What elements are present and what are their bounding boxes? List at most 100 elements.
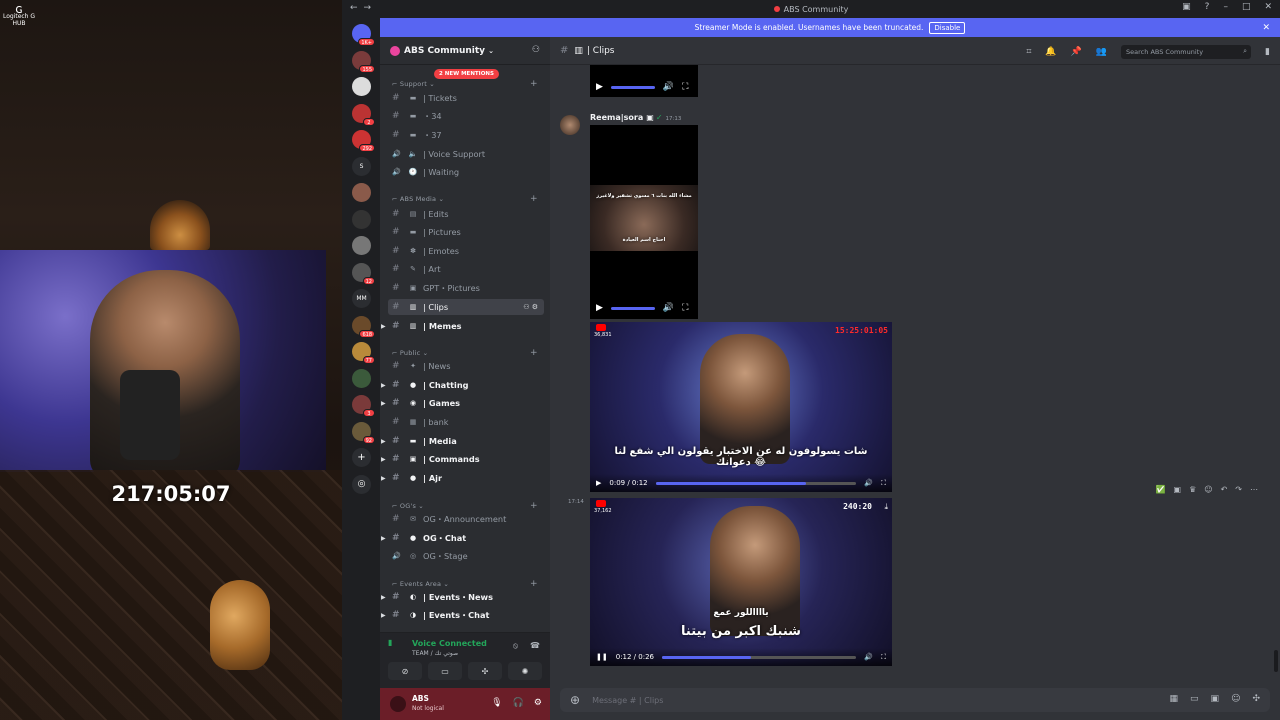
channel-item[interactable]: # ▣ GPT・Pictures xyxy=(388,280,544,296)
clip-video-1[interactable]: مشاء الله بنات ٦ مسوي تشفير ولاغيرز احتا… xyxy=(590,125,698,319)
help-icon[interactable]: ? xyxy=(1205,2,1210,12)
expand-arrow-icon[interactable]: ▶ xyxy=(381,475,386,482)
play-icon[interactable]: ▶ xyxy=(596,479,601,487)
crown-reaction-icon[interactable]: ♛ xyxy=(1189,485,1196,494)
server-icon[interactable]: 12 xyxy=(352,262,375,285)
threads-icon[interactable]: ⌗ xyxy=(1026,47,1031,57)
add-reaction-icon[interactable]: ☺ xyxy=(1204,485,1212,494)
channel-item[interactable]: ▶ # ▬ | Media xyxy=(381,433,544,449)
category-header[interactable]: ⌐ OG's ⌄ + xyxy=(392,501,538,511)
channel-item[interactable]: ▶ # ◐ | Events・News xyxy=(381,589,544,605)
channel-item[interactable]: ▶ # ◑ | Events・Chat xyxy=(381,607,544,623)
channel-item[interactable]: ▶ # ◉ | Games xyxy=(381,395,544,411)
add-channel-icon[interactable]: + xyxy=(530,579,538,589)
channel-item[interactable]: 🔊 ◎ OG・Stage xyxy=(388,548,544,564)
channel-settings-icon[interactable]: ⚇ ⚙ xyxy=(523,303,538,311)
pin-icon[interactable]: 📌 xyxy=(1071,47,1082,57)
headphones-icon[interactable]: 🎧 xyxy=(513,698,524,708)
channel-item[interactable]: # ✽ | Emotes xyxy=(388,243,544,259)
fullscreen-icon[interactable]: ⛶ xyxy=(682,82,688,92)
add-channel-icon[interactable]: + xyxy=(530,79,538,89)
server-icon[interactable] xyxy=(352,183,371,202)
bell-icon[interactable]: 🔔 xyxy=(1045,47,1056,57)
noise-suppression-icon[interactable]: ⦸ xyxy=(513,641,518,651)
expand-arrow-icon[interactable]: ▶ xyxy=(381,535,386,542)
settings-gear-icon[interactable]: ⚙ xyxy=(534,698,542,708)
pause-icon[interactable]: ❚❚ xyxy=(596,653,608,661)
discover-icon[interactable]: ◎ xyxy=(352,474,371,494)
category-header[interactable]: ⌐ Events Area ⌄ + xyxy=(392,579,538,589)
volume-icon[interactable]: 🔊 xyxy=(663,303,674,313)
inbox-icon[interactable]: ▣ xyxy=(1182,2,1191,12)
disable-button[interactable]: Disable xyxy=(929,21,966,34)
channel-item[interactable]: # ▬ | Tickets xyxy=(388,90,544,106)
forward-icon[interactable]: ↷ xyxy=(1235,485,1242,494)
close-window-icon[interactable]: ✕ xyxy=(1264,2,1272,12)
maximize-icon[interactable]: □ xyxy=(1242,2,1251,12)
channel-item[interactable]: # ✉ OG・Announcement xyxy=(388,511,544,527)
channel-item[interactable]: # ▬ | Pictures xyxy=(388,224,544,240)
server-icon[interactable]: 77 xyxy=(352,342,375,364)
volume-icon[interactable]: 🔊 xyxy=(663,82,674,92)
server-icon[interactable]: 155 xyxy=(352,50,375,73)
voice-connected-label[interactable]: Voice Connected xyxy=(412,639,487,648)
previous-video[interactable]: ▶ 🔊 ⛶ xyxy=(590,65,698,97)
channel-item[interactable]: # ✎ | Art xyxy=(388,261,544,277)
clip-video-3[interactable]: 37,162 240:20 ⤓ يااااللور عمع شنبك اكبر … xyxy=(590,498,892,666)
download-icon[interactable]: ⤓ xyxy=(884,502,888,512)
add-channel-icon[interactable]: + xyxy=(530,501,538,511)
minimize-icon[interactable]: – xyxy=(1223,2,1228,12)
gif-icon[interactable]: ▭ xyxy=(1190,694,1199,704)
message-author[interactable]: Reema|sora ▣ ✓ 17:13 xyxy=(590,113,681,122)
server-icon[interactable] xyxy=(352,77,371,96)
channel-item[interactable]: # ▥ | Clips ⚇ ⚙ xyxy=(388,299,544,315)
channel-item[interactable]: 🔊 🔈 | Voice Support xyxy=(388,146,544,162)
volume-icon[interactable]: 🔊 xyxy=(864,479,873,487)
server-icon[interactable]: 2 xyxy=(352,103,375,126)
channel-item[interactable]: ▶ # ● OG・Chat xyxy=(381,530,544,546)
category-header[interactable]: ⌐ Public ⌄ + xyxy=(392,348,538,358)
message-composer[interactable]: ⊕ Message # | Clips ▦ ▭ ▣ ☺ ✣ xyxy=(560,688,1270,712)
inbox-bookmark-icon[interactable]: ▮ xyxy=(1265,47,1270,57)
channel-item[interactable]: # ▬ ・34 xyxy=(388,108,544,124)
channel-item[interactable]: # ▦ | bank xyxy=(388,414,544,430)
mic-icon[interactable]: 🎙 xyxy=(491,698,502,708)
server-icon[interactable]: 92 xyxy=(352,421,375,444)
expand-arrow-icon[interactable]: ▶ xyxy=(381,400,386,407)
fullscreen-icon[interactable]: ⛶ xyxy=(682,303,688,313)
server-icon[interactable]: 1K+ xyxy=(352,24,375,46)
channel-item[interactable]: # ▬ ・37 xyxy=(388,127,544,143)
volume-icon[interactable]: 🔊 xyxy=(864,653,873,661)
new-mentions-pill[interactable]: 2 NEW MENTIONS xyxy=(434,69,499,79)
invite-icon[interactable]: ⚇ xyxy=(532,45,540,55)
server-icon[interactable]: S xyxy=(352,156,371,176)
video-progress[interactable] xyxy=(610,306,655,310)
play-icon[interactable]: ▶ xyxy=(596,82,603,92)
expand-arrow-icon[interactable]: ▶ xyxy=(381,594,386,601)
activities-button[interactable]: ✣ xyxy=(468,662,502,680)
video-progress[interactable] xyxy=(655,481,857,485)
server-icon[interactable]: 618 xyxy=(352,315,375,338)
channel-item[interactable]: # ✦ | News xyxy=(388,358,544,374)
channel-item[interactable]: ▶ # ▣ | Commands xyxy=(381,451,544,467)
guild-header[interactable]: ABS Community ⌄ ⚇ xyxy=(380,37,550,65)
expand-arrow-icon[interactable]: ▶ xyxy=(381,612,386,619)
screen-share-button[interactable]: ▭ xyxy=(428,662,462,680)
camera-off-button[interactable]: ⊘ xyxy=(388,662,422,680)
fullscreen-icon[interactable]: ⛶ xyxy=(881,479,886,488)
gift-icon[interactable]: ▦ xyxy=(1170,694,1179,704)
server-icon[interactable]: 3 xyxy=(352,395,375,417)
server-icon[interactable] xyxy=(352,368,371,388)
fullscreen-icon[interactable]: ⛶ xyxy=(881,653,886,662)
clip-video-2[interactable]: 36,831 15:25:01:05 شات يسولوفون له عن ال… xyxy=(590,322,892,492)
add-server-icon[interactable]: + xyxy=(352,448,371,467)
members-icon[interactable]: 👥 xyxy=(1096,47,1107,57)
expand-arrow-icon[interactable]: ▶ xyxy=(381,382,386,389)
add-channel-icon[interactable]: + xyxy=(530,348,538,358)
channel-item[interactable]: ▶ # ● | Chatting xyxy=(381,377,544,393)
server-icon[interactable]: MM xyxy=(352,289,371,308)
soundboard-button[interactable]: ✺ xyxy=(508,662,542,680)
disconnect-icon[interactable]: ☎ xyxy=(530,641,540,651)
author-avatar[interactable] xyxy=(560,115,580,135)
video-progress[interactable] xyxy=(661,655,857,659)
